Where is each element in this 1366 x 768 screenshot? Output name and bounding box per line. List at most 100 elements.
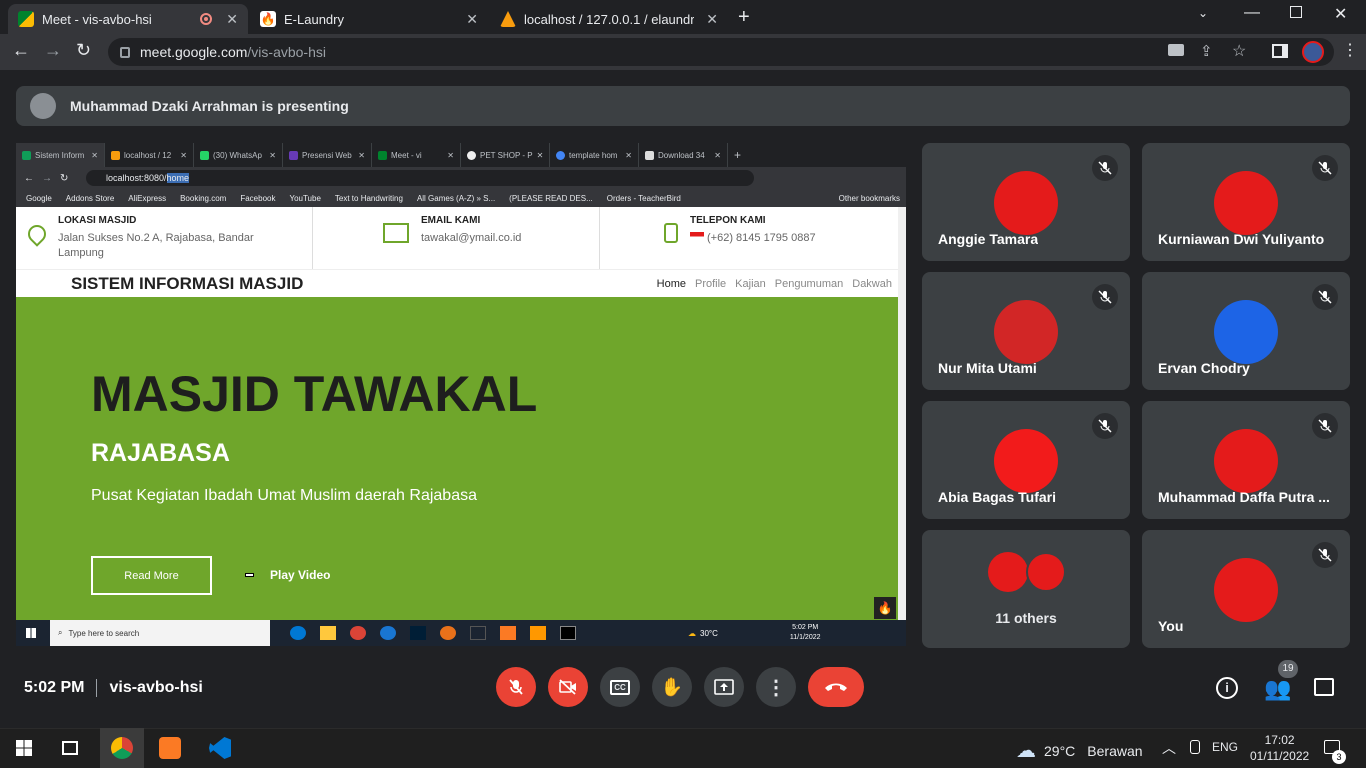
participant-avatar bbox=[988, 552, 1028, 592]
vscode-taskbar-icon[interactable] bbox=[198, 728, 242, 768]
others-count: 11 others bbox=[995, 610, 1057, 626]
others-tile[interactable]: 11 others bbox=[922, 530, 1130, 648]
recording-dot-icon bbox=[200, 13, 213, 25]
participant-name: Muhammad Daffa Putra ... bbox=[1158, 489, 1330, 505]
minimize-button[interactable]: — bbox=[1244, 4, 1260, 22]
present-screen-button[interactable] bbox=[704, 667, 744, 707]
shared-tab: Presensi Web ✕ bbox=[283, 143, 372, 167]
close-tab-icon[interactable]: ✕ bbox=[466, 11, 478, 28]
windows-start-icon bbox=[26, 628, 36, 638]
shared-tab: localhost / 12 ✕ bbox=[105, 143, 194, 167]
participant-tile[interactable]: Kurniawan Dwi Yuliyanto bbox=[1142, 143, 1350, 261]
google-meet-icon bbox=[18, 11, 34, 27]
hand-icon: ✋ bbox=[660, 676, 684, 697]
shared-tab: PET SHOP - P ✕ bbox=[461, 143, 550, 167]
site-title: SISTEM INFORMASI MASJID bbox=[71, 273, 304, 293]
site-navbar: SISTEM INFORMASI MASJID Home Profile Kaj… bbox=[16, 269, 898, 297]
participant-name: Kurniawan Dwi Yuliyanto bbox=[1158, 231, 1325, 247]
shared-tab: (30) WhatsAp ✕ bbox=[194, 143, 283, 167]
shared-tab: Meet - vi ✕ bbox=[372, 143, 461, 167]
tab-elaundry[interactable]: 🔥 E-Laundry ✕ bbox=[250, 4, 488, 34]
meeting-time: 5:02 PM bbox=[24, 679, 85, 696]
flame-icon: 🔥 bbox=[260, 11, 276, 27]
tab-search-icon[interactable]: ⌄ bbox=[1198, 6, 1208, 20]
participant-tile[interactable]: Abia Bagas Tufari bbox=[922, 401, 1130, 519]
people-count-badge: 19 bbox=[1278, 660, 1298, 678]
side-panel-icon[interactable] bbox=[1272, 44, 1288, 58]
hero-subtitle: RAJABASA bbox=[91, 439, 230, 467]
participant-name: Anggie Tamara bbox=[938, 231, 1039, 247]
chrome-taskbar-icon[interactable] bbox=[100, 728, 144, 768]
mic-muted-icon bbox=[1092, 155, 1118, 181]
mic-muted-icon bbox=[1092, 284, 1118, 310]
hero-text: Pusat Kegiatan Ibadah Umat Muslim daerah… bbox=[91, 487, 477, 504]
cloud-icon: ☁ bbox=[1016, 740, 1036, 762]
camera-toggle-button[interactable] bbox=[548, 667, 588, 707]
participant-tile[interactable]: Nur Mita Utami bbox=[922, 272, 1130, 390]
participant-avatar bbox=[1214, 429, 1278, 493]
bookmark-star-icon[interactable]: ☆ bbox=[1232, 41, 1246, 61]
tab-phpmyadmin[interactable]: localhost / 127.0.0.1 / elaundry | p ✕ bbox=[490, 4, 728, 34]
location-pin-icon bbox=[24, 221, 50, 247]
captions-button[interactable]: CC bbox=[600, 667, 640, 707]
tab-meet[interactable]: Meet - vis-avbo-hsi ✕ bbox=[8, 4, 248, 34]
share-icon[interactable]: ⇪ bbox=[1200, 42, 1213, 60]
chevron-up-icon[interactable]: ︿ bbox=[1162, 738, 1176, 758]
chat-button[interactable] bbox=[1314, 678, 1334, 696]
self-tile[interactable]: You bbox=[1142, 530, 1350, 648]
forward-button[interactable]: → bbox=[44, 40, 62, 61]
participant-tile[interactable]: Ervan Chodry bbox=[1142, 272, 1350, 390]
captions-icon: CC bbox=[610, 679, 630, 695]
play-video-link: Play Video bbox=[245, 568, 330, 582]
shared-screen: Sistem Inform ✕ localhost / 12 ✕ (30) What… bbox=[16, 143, 906, 646]
shared-tab: template hom ✕ bbox=[550, 143, 639, 167]
participant-name: Nur Mita Utami bbox=[938, 360, 1037, 376]
flame-icon: 🔥 bbox=[874, 597, 896, 619]
mic-muted-icon bbox=[1312, 284, 1338, 310]
participant-name: You bbox=[1158, 618, 1184, 634]
shared-bookmarks-bar: Google Addons Store AliExpress Booking.c… bbox=[16, 189, 906, 207]
phpmyadmin-icon bbox=[500, 11, 516, 27]
more-options-button[interactable]: ⋮ bbox=[756, 667, 796, 707]
task-view-button[interactable] bbox=[48, 728, 92, 768]
profile-avatar[interactable] bbox=[1302, 41, 1324, 63]
shared-toolbar: ← → ↻ localhost:8080/home bbox=[16, 167, 906, 189]
nav-dakwah: Dakwah bbox=[852, 277, 892, 290]
xampp-taskbar-icon[interactable] bbox=[148, 728, 192, 768]
mic-toggle-button[interactable] bbox=[496, 667, 536, 707]
raise-hand-button[interactable]: ✋ bbox=[652, 667, 692, 707]
shared-tab-strip: Sistem Inform ✕ localhost / 12 ✕ (30) What… bbox=[16, 143, 906, 167]
end-call-button[interactable] bbox=[808, 667, 864, 707]
reload-button[interactable]: ↻ bbox=[76, 40, 91, 61]
participant-avatar bbox=[1214, 171, 1278, 235]
nav-pengumuman: Pengumuman bbox=[774, 277, 844, 290]
camera-icon[interactable] bbox=[1168, 44, 1184, 56]
weather-widget[interactable]: ☁ 29°C Berawan bbox=[1016, 738, 1143, 763]
participant-avatar bbox=[1026, 552, 1066, 592]
system-clock[interactable]: 17:02 01/11/2022 bbox=[1250, 732, 1309, 764]
windows-start-button[interactable] bbox=[2, 728, 46, 768]
participant-tile[interactable]: Muhammad Daffa Putra ... bbox=[1142, 401, 1350, 519]
meeting-code: vis-avbo-hsi bbox=[109, 679, 203, 696]
presenting-banner: Muhammad Dzaki Arrahman is presenting bbox=[16, 86, 1350, 126]
maximize-button[interactable] bbox=[1290, 6, 1302, 18]
more-menu-icon[interactable]: ⋮ bbox=[1342, 40, 1358, 60]
participant-tile[interactable]: Anggie Tamara bbox=[922, 143, 1130, 261]
shared-scrollbar bbox=[898, 207, 906, 620]
indonesia-flag-icon bbox=[690, 232, 704, 241]
mic-icon bbox=[1190, 740, 1200, 754]
participant-name: Ervan Chodry bbox=[1158, 360, 1250, 376]
address-bar[interactable]: meet.google.com/vis-avbo-hsi bbox=[108, 38, 1334, 66]
participant-avatar bbox=[994, 300, 1058, 364]
participant-avatar bbox=[1214, 558, 1278, 622]
meeting-details-button[interactable]: i bbox=[1216, 677, 1238, 699]
close-window-button[interactable]: ✕ bbox=[1334, 4, 1347, 24]
shared-tab: Sistem Inform ✕ bbox=[16, 143, 105, 167]
shared-tab: Download 34 ✕ bbox=[639, 143, 728, 167]
people-button[interactable]: 👥 bbox=[1264, 676, 1291, 702]
close-tab-icon[interactable]: ✕ bbox=[226, 11, 238, 28]
language-indicator[interactable]: ENG bbox=[1212, 740, 1238, 754]
close-tab-icon[interactable]: ✕ bbox=[706, 11, 718, 28]
new-tab-button[interactable]: + bbox=[738, 6, 750, 29]
back-button[interactable]: ← bbox=[12, 40, 30, 61]
